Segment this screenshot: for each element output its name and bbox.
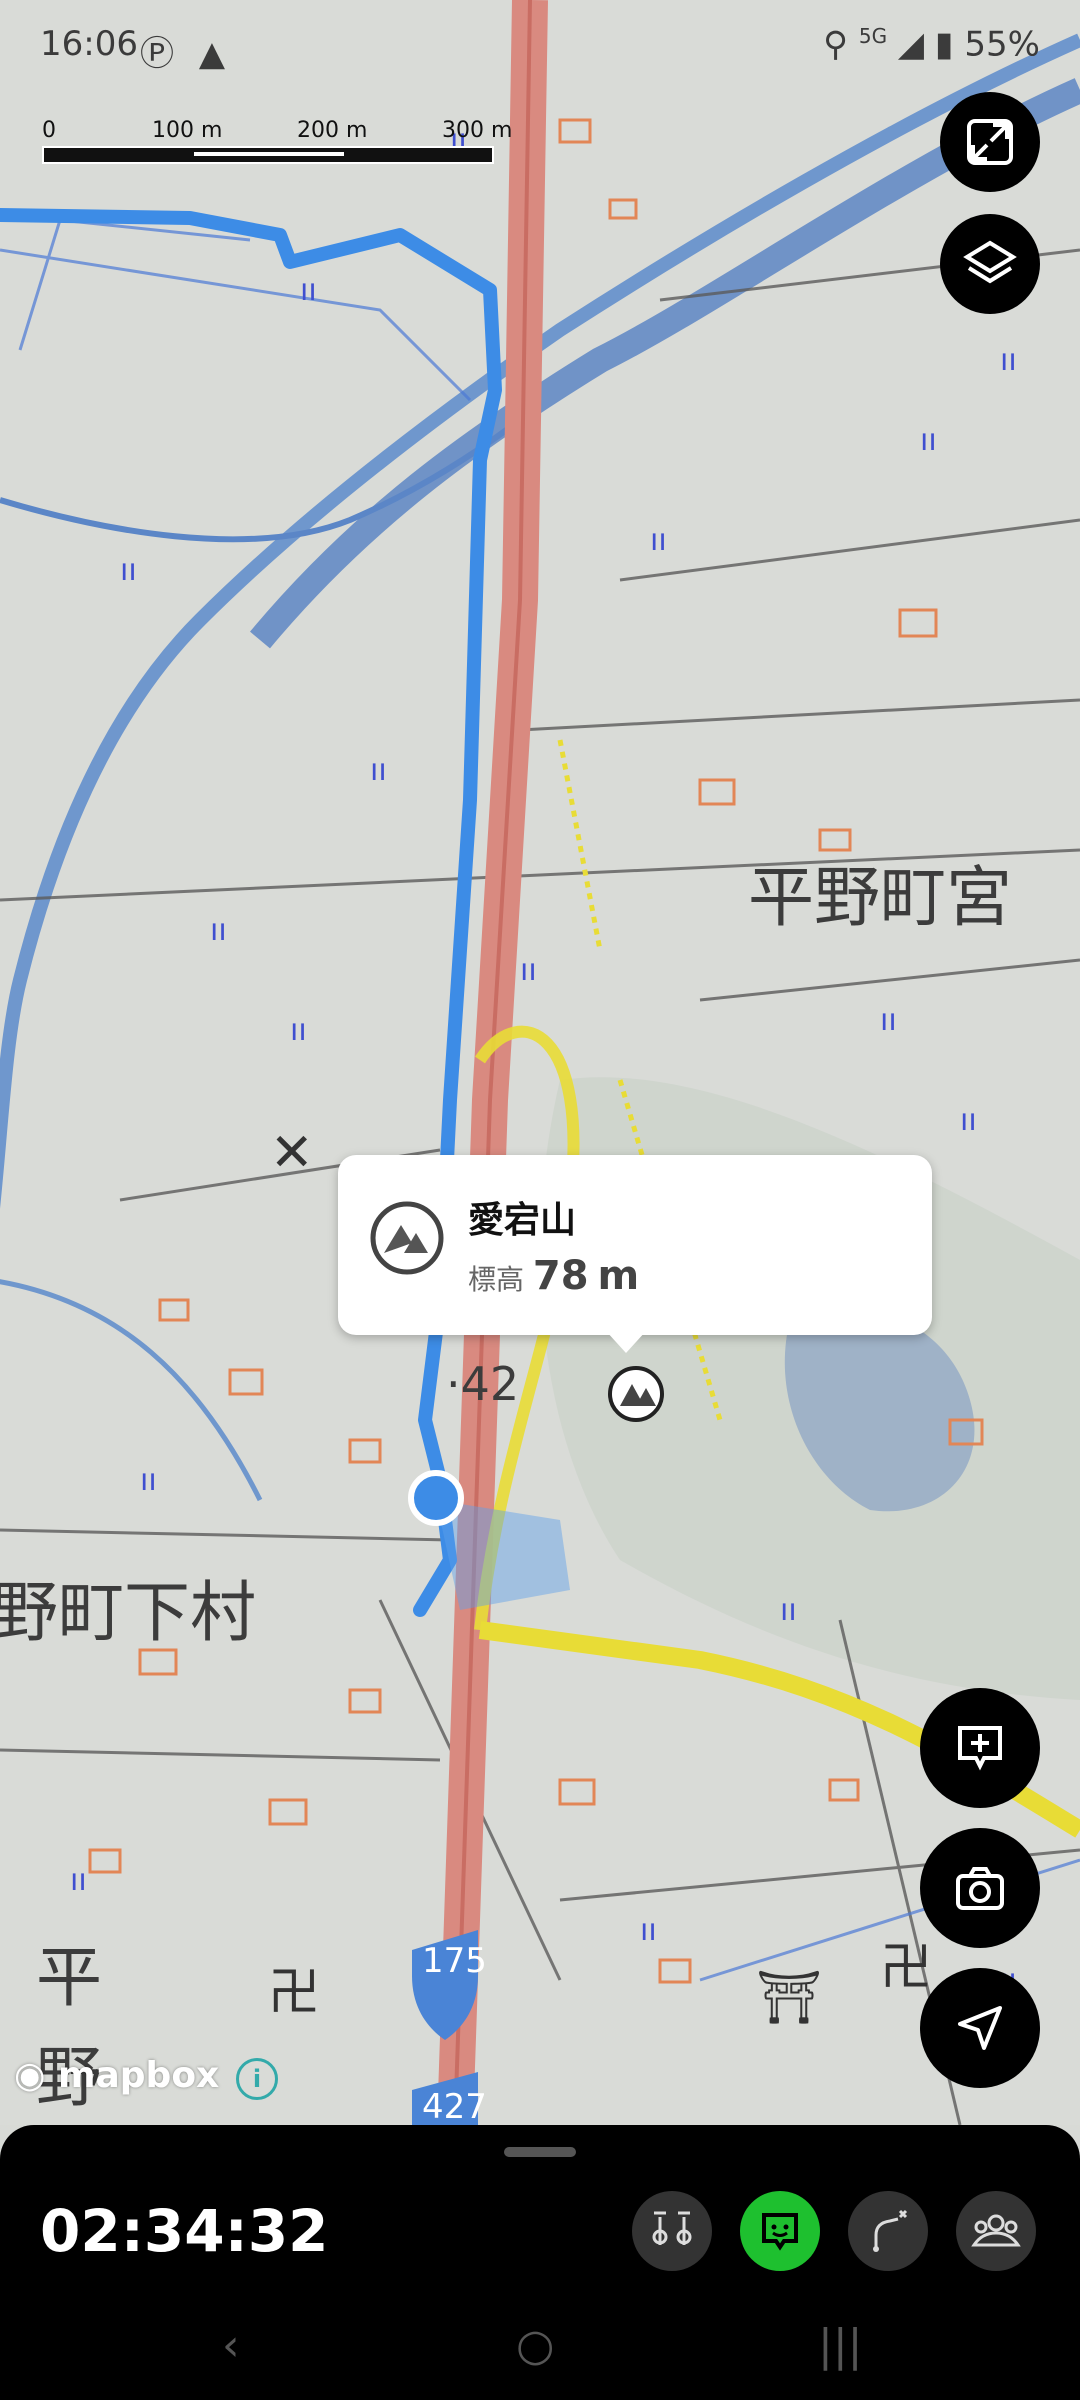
waypoints-tool-button[interactable] (632, 2191, 712, 2271)
peak-icon (370, 1201, 444, 1275)
peak-popup[interactable]: 愛宕山 標高 78 m (338, 1155, 932, 1353)
recent-apps-icon[interactable]: ||| (818, 2320, 862, 2371)
svg-text:ıı: ıı (210, 913, 227, 948)
svg-text:ıı: ıı (70, 1863, 87, 1898)
scale-bar: 0 100 m 200 m 300 m (42, 118, 522, 168)
signal-icon: ◢ (897, 24, 925, 65)
scale-label-300: 300 m (442, 118, 513, 143)
elevation-value: 78 (532, 1253, 589, 1299)
recenter-map-button[interactable] (940, 92, 1040, 192)
navigation-button[interactable] (920, 1968, 1040, 2088)
scale-label-100: 100 m (152, 118, 223, 143)
svg-text:ıı: ıı (960, 1103, 977, 1138)
status-right: ⚲ 5G ◢ ▮ 55% (823, 24, 1040, 64)
svg-text:卍: 卍 (268, 1963, 320, 2023)
group-members-button[interactable] (956, 2191, 1036, 2271)
add-comment-icon (958, 1726, 1002, 1771)
notification-icons: Ⓟ ▲ (140, 26, 225, 75)
svg-text:ıı: ıı (370, 753, 387, 788)
svg-text:ıı: ıı (780, 1593, 797, 1628)
place-label-hira: 平 (36, 1939, 102, 2016)
battery-icon: ▮ (934, 24, 954, 65)
map-canvas[interactable]: ıııııı ıııııı ıııııı ıııııı ıııııı ıııı … (0, 0, 1080, 2125)
peak-name: 愛宕山 (468, 1200, 577, 1241)
mapbox-logo[interactable]: ◉ mapbox (14, 2055, 219, 2096)
back-icon[interactable]: ‹ (222, 2320, 240, 2371)
add-memo-button[interactable] (920, 1688, 1040, 1808)
parking-icon: Ⓟ (140, 34, 174, 74)
peak-elevation: 標高 78 m (468, 1253, 639, 1299)
place-label-nomachi-shimomura: 野町下村 (0, 1574, 256, 1651)
svg-text:ıı: ıı (920, 423, 937, 458)
network-label: 5G (858, 24, 888, 48)
elevation-label: 標高 (468, 1263, 525, 1296)
svg-text:⛩: ⛩ (756, 1968, 822, 2028)
mountain-notification-icon: ▲ (198, 34, 225, 74)
layers-icon (963, 240, 1017, 284)
route-branch-icon (873, 2209, 908, 2252)
svg-text:ıı: ıı (880, 1003, 897, 1038)
place-label-hiranomachi-miya: 平野町宮 (748, 859, 1012, 936)
camera-icon (956, 1867, 1004, 1910)
svg-text:ıı: ıı (640, 1913, 657, 1948)
svg-text:ıı: ıı (140, 1463, 157, 1498)
battery-level: 55% (964, 24, 1040, 65)
message-face-icon (762, 2213, 798, 2251)
chat-tool-button[interactable] (740, 2191, 820, 2271)
location-icon: ⚲ (823, 24, 849, 65)
group-icon (971, 2214, 1021, 2247)
camera-button[interactable] (920, 1828, 1040, 1948)
scale-label-200: 200 m (297, 118, 368, 143)
svg-text:✕: ✕ (270, 1123, 314, 1183)
svg-text:ıı: ıı (1000, 343, 1017, 378)
route-deviation-button[interactable] (848, 2191, 928, 2271)
home-icon[interactable]: ○ (516, 2320, 554, 2371)
elevation-markers-icon (652, 2211, 692, 2245)
map-layers-button[interactable] (940, 214, 1040, 314)
svg-text:ıı: ıı (120, 553, 137, 588)
fit-bounds-icon (967, 119, 1013, 165)
mapbox-logo-icon: ◉ (14, 2055, 46, 2096)
route-sign-427: 427 (422, 2087, 487, 2125)
route-sign-175: 175 (422, 1941, 487, 1981)
elevation-unit: m (597, 1253, 640, 1299)
status-bar: 16:06 Ⓟ ▲ ⚲ 5G ◢ ▮ 55% (0, 0, 1080, 92)
spot-height-label: ·42 (446, 1357, 519, 1411)
mapbox-logo-text: mapbox (57, 2055, 220, 2096)
svg-text:ıı: ıı (290, 1013, 307, 1048)
navigation-arrow-icon (958, 2006, 1002, 2050)
svg-text:ıı: ıı (520, 953, 537, 988)
scale-label-0: 0 (42, 118, 56, 143)
system-nav-bar: ‹ ○ ||| (0, 2300, 1080, 2400)
svg-text:ıı: ıı (650, 523, 667, 558)
attribution-info-button[interactable]: i (236, 2058, 278, 2100)
status-time: 16:06 (40, 24, 138, 64)
svg-text:ıı: ıı (300, 273, 317, 308)
elapsed-time: 02:34:32 (40, 2197, 329, 2265)
svg-text:卍: 卍 (880, 1938, 932, 1998)
sheet-handle[interactable] (504, 2147, 576, 2157)
